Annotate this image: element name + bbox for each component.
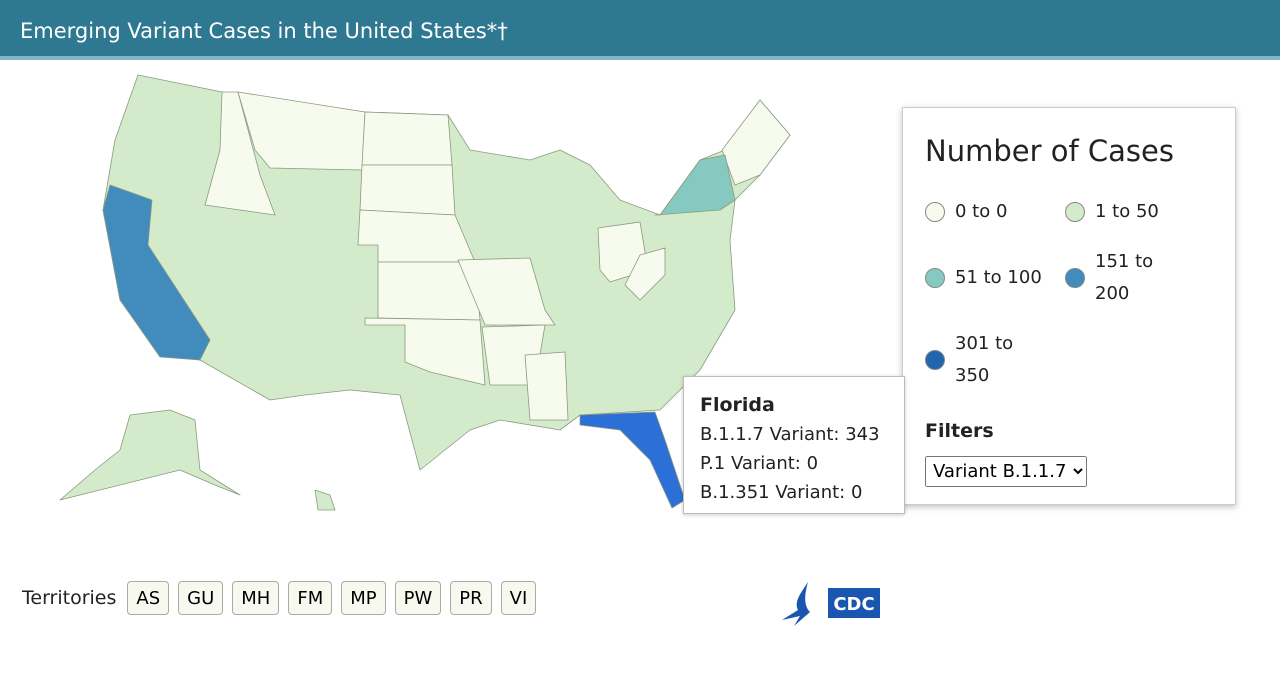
- state-sd[interactable]: [359, 164, 456, 216]
- state-nd[interactable]: [361, 111, 453, 166]
- legend-label: 1 to 50: [1095, 201, 1159, 222]
- cdc-logo: CDC: [780, 580, 880, 632]
- state-ny[interactable]: [654, 154, 736, 216]
- state-ms[interactable]: [524, 351, 569, 421]
- territory-button-mp[interactable]: MP: [341, 581, 386, 615]
- tooltip-state: Florida: [700, 394, 775, 416]
- legend-swatch: [1065, 268, 1085, 288]
- legend-swatch: [925, 202, 945, 222]
- tooltip-line: P.1 Variant: 0: [700, 453, 819, 474]
- legend-title: Number of Cases: [925, 134, 1174, 168]
- territory-button-pr[interactable]: PR: [450, 581, 492, 615]
- state-hi[interactable]: [314, 489, 336, 511]
- legend-swatch: [925, 268, 945, 288]
- legend-item: 51 to 100: [925, 246, 1065, 310]
- territory-button-mh[interactable]: MH: [232, 581, 280, 615]
- state-ak[interactable]: [59, 409, 241, 501]
- legend-panel: Number of Cases 0 to 0 1 to 50 51 to 100…: [902, 107, 1236, 505]
- legend-swatch: [925, 350, 945, 370]
- legend-label: 0 to 0: [955, 201, 1008, 222]
- tooltip-line: B.1.1.7 Variant: 343: [700, 424, 880, 445]
- hhs-eagle-icon: [782, 582, 810, 626]
- legend-label: 301 to 350: [955, 333, 1014, 386]
- state-fl[interactable]: [579, 411, 686, 509]
- territories-bar: Territories AS GU MH FM MP PW PR VI: [22, 581, 537, 615]
- legend-item: 301 to 350: [925, 328, 1015, 392]
- legend-item: 0 to 0: [925, 196, 1065, 228]
- state-new-england-north[interactable]: [721, 99, 791, 186]
- legend-swatch: [1065, 202, 1085, 222]
- page-title: Emerging Variant Cases in the United Sta…: [20, 19, 508, 43]
- filters-label: Filters: [925, 420, 994, 442]
- territory-button-as[interactable]: AS: [127, 581, 170, 615]
- legend-item: 151 to 200: [1065, 246, 1155, 310]
- territory-button-pw[interactable]: PW: [394, 581, 442, 615]
- tooltip-line: B.1.351 Variant: 0: [700, 482, 863, 503]
- territory-button-fm[interactable]: FM: [288, 581, 333, 615]
- legend-item: 1 to 50: [1065, 196, 1205, 228]
- legend-label: 151 to 200: [1095, 251, 1154, 304]
- page-header: Emerging Variant Cases in the United Sta…: [0, 0, 1280, 60]
- svg-text:CDC: CDC: [833, 594, 874, 615]
- legend-label: 51 to 100: [955, 267, 1042, 288]
- map-tooltip: Florida B.1.1.7 Variant: 343 P.1 Variant…: [683, 376, 905, 514]
- territory-button-gu[interactable]: GU: [178, 581, 224, 615]
- variant-filter-select[interactable]: Variant B.1.1.7: [925, 456, 1087, 487]
- territories-label: Territories: [22, 587, 117, 609]
- territory-button-vi[interactable]: VI: [500, 581, 537, 615]
